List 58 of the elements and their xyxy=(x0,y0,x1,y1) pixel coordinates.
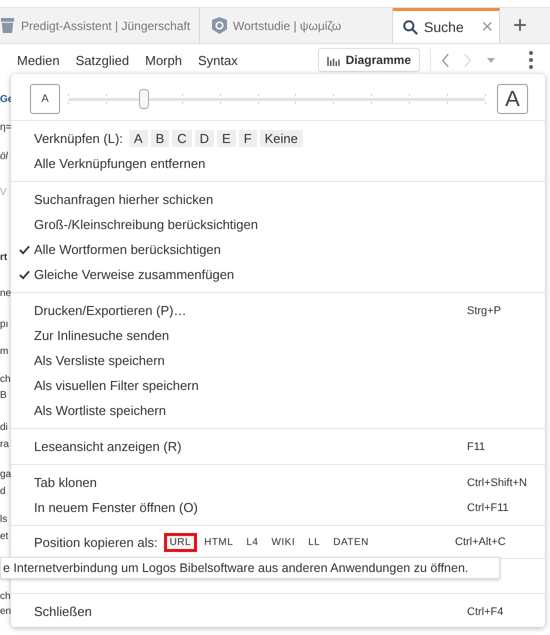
link-option[interactable]: D xyxy=(194,130,214,147)
background-text: di xyxy=(0,421,8,435)
smaller-font-button[interactable]: A xyxy=(30,84,60,114)
link-option[interactable]: E xyxy=(217,130,236,147)
tab[interactable]: Predigt-Assistent | Jüngerschaft xyxy=(0,8,200,43)
background-text: V xyxy=(0,186,7,200)
menu-label: Verknüpfen (L): xyxy=(34,131,123,146)
menu-label: Position kopieren als: xyxy=(34,534,158,550)
background-text: ra xyxy=(0,438,9,452)
diagrams-button[interactable]: Diagramme xyxy=(318,48,420,72)
background-text: ne xyxy=(0,287,12,301)
background-text: m xyxy=(0,345,8,359)
background-text: en xyxy=(0,605,12,619)
format-option[interactable]: L4 xyxy=(240,532,264,552)
toolbar-item[interactable]: Syntax xyxy=(198,52,238,68)
larger-font-button[interactable]: A xyxy=(497,84,528,114)
menu-item[interactable]: Gleiche Verweise zusammenfügen xyxy=(11,262,545,287)
background-text: öl xyxy=(0,150,8,164)
background-text: rt xyxy=(0,251,8,265)
background-text: η= xyxy=(0,121,12,135)
menu-item[interactable]: Zur Inlinesuche senden xyxy=(11,323,545,348)
format-option[interactable]: HTML xyxy=(198,532,240,552)
toolbar-item[interactable]: Medien xyxy=(17,52,60,68)
menu-item[interactable]: Als Wortliste speichern xyxy=(11,398,545,423)
background-text: B xyxy=(0,389,7,403)
background-text: ch xyxy=(0,373,11,387)
background-text: d xyxy=(0,485,6,499)
menu-item[interactable]: Alle Wortformen berücksichtigen xyxy=(11,237,545,262)
new-tab-button[interactable]: + xyxy=(500,8,540,43)
link-option[interactable]: C xyxy=(172,130,192,147)
shortcut-text: Ctrl+Alt+C xyxy=(455,536,507,548)
format-option[interactable]: DATEN xyxy=(327,532,375,552)
menu-item[interactable]: Alle Verknüpfungen entfernen xyxy=(11,151,545,176)
toolbar-item[interactable]: Satzglied xyxy=(76,52,130,68)
link-option[interactable]: A xyxy=(128,130,148,147)
menu-item[interactable]: Drucken/Exportieren (P)… Strg+P xyxy=(11,298,545,323)
menu-item[interactable]: Als visuellen Filter speichern xyxy=(11,373,545,398)
format-option[interactable]: URL xyxy=(164,532,198,552)
format-option[interactable]: LL xyxy=(302,532,326,552)
format-option[interactable]: WIKI xyxy=(265,532,302,552)
menu-item[interactable]: Groß-/Kleinschreibung berücksichtigen xyxy=(11,212,545,237)
background-text: ga xyxy=(0,468,12,482)
menu-item[interactable]: Als Versliste speichern xyxy=(11,348,545,373)
link-option[interactable]: B xyxy=(150,130,170,147)
toolbar-item[interactable]: Morph xyxy=(145,52,182,68)
link-option[interactable]: Keine xyxy=(260,130,303,147)
background-text: et xyxy=(0,530,8,544)
menu-item[interactable]: In neuem Fenster öffnen (O) Ctrl+F11 xyxy=(11,495,545,520)
menu-item[interactable]: Suchanfragen hierher schicken xyxy=(11,187,545,212)
menu-item[interactable]: Tab klonen Ctrl+Shift+N xyxy=(11,470,545,495)
link-option[interactable]: F xyxy=(238,130,257,147)
background-text: ch xyxy=(0,590,11,604)
tooltip: e Internetverbindung um Logos Bibelsoftware aus anderen Anwendungen zu öffnen. xyxy=(0,557,500,579)
background-text: ls xyxy=(0,513,8,527)
tab[interactable]: Suche × xyxy=(393,8,500,43)
menu-item[interactable]: Leseansicht anzeigen (R) F11 xyxy=(11,434,545,459)
background-text: pı xyxy=(0,318,8,332)
menu-item[interactable]: Schließen Ctrl+F4 xyxy=(11,599,545,624)
